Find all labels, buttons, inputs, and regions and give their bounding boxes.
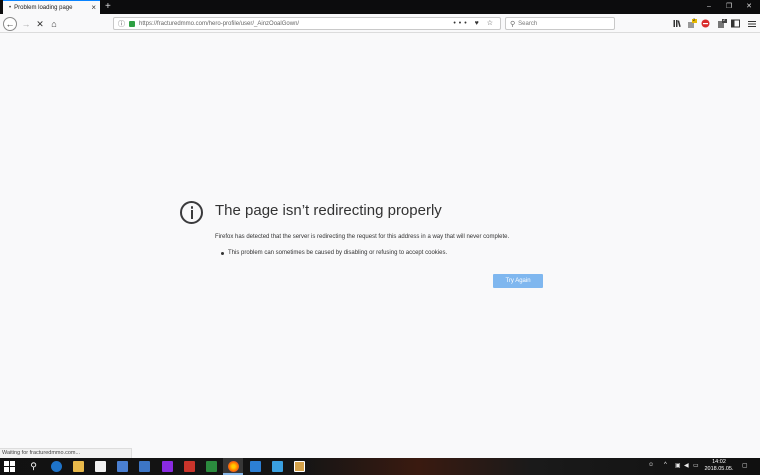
maximize-button[interactable]: ❐: [719, 0, 739, 14]
extension-icon[interactable]: 2: [686, 17, 697, 29]
taskbar: ⚲ ☺ ^ ▣ ◀ ▭ ▢: [0, 458, 760, 475]
info-circle-icon: [180, 201, 203, 224]
home-button[interactable]: ⌂: [47, 17, 61, 31]
navigation-toolbar: ← → ✕ ⌂ ⓘ https://fracturedmmo.com/hero-…: [0, 14, 760, 33]
page-actions-icons[interactable]: ••• ♥ ☆: [453, 19, 496, 27]
app-icon-4[interactable]: [184, 461, 195, 472]
status-bar: Waiting for fracturedmmo.com...: [0, 448, 132, 458]
firefox-icon[interactable]: [228, 461, 239, 472]
sidebar-icon[interactable]: [730, 18, 741, 29]
clock-date: 2018.05.05.: [704, 466, 734, 472]
clock-time: 14:02: [712, 459, 726, 465]
extension-2-icon[interactable]: 2: [716, 17, 727, 29]
close-window-button[interactable]: ✕: [739, 0, 759, 14]
new-tab-button[interactable]: +: [105, 0, 111, 13]
minimize-button[interactable]: –: [699, 0, 719, 14]
stop-button[interactable]: ✕: [33, 17, 47, 31]
address-bar[interactable]: ⓘ https://fracturedmmo.com/hero-profile/…: [113, 17, 501, 30]
search-icon: ⚲: [510, 20, 516, 28]
back-button[interactable]: ←: [3, 17, 17, 31]
windows-start-icon[interactable]: [4, 461, 15, 472]
error-hint-item: This problem can sometimes be caused by …: [221, 250, 447, 256]
app-icon-1[interactable]: [117, 461, 128, 472]
error-description: Firefox has detected that the server is …: [215, 234, 510, 240]
taskbar-clock[interactable]: 14:02 2018.05.05.: [704, 459, 734, 473]
app-icon-7[interactable]: [272, 461, 283, 472]
search-taskbar-icon[interactable]: ⚲: [28, 461, 39, 472]
tray-chevron-icon[interactable]: ^: [664, 462, 667, 468]
app-icon-3[interactable]: [162, 461, 173, 472]
volume-icon[interactable]: ◀: [684, 462, 689, 469]
info-icon[interactable]: ⓘ: [118, 19, 125, 29]
lock-icon[interactable]: [129, 20, 135, 27]
adblock-icon[interactable]: [700, 18, 711, 29]
error-hint-text: This problem can sometimes be caused by …: [228, 250, 448, 256]
app-icon-8[interactable]: [294, 461, 305, 472]
screen: • Problem loading page × + – ❐ ✕ ← → ✕ ⌂…: [0, 0, 760, 475]
extension-badge: 2: [693, 17, 696, 22]
app-icon-2[interactable]: [139, 461, 150, 472]
tab-close-icon[interactable]: ×: [91, 3, 96, 12]
bullet-icon: [221, 251, 224, 255]
try-again-button[interactable]: Try Again: [493, 274, 543, 288]
notification-icon[interactable]: ▢: [742, 462, 748, 469]
menu-icon[interactable]: [746, 18, 757, 29]
app-icon-6[interactable]: [250, 461, 261, 472]
extension-2-badge: 2: [723, 17, 726, 22]
forward-button[interactable]: →: [19, 17, 33, 31]
library-icon[interactable]: [672, 18, 683, 29]
store-icon[interactable]: [95, 461, 106, 472]
tab-active[interactable]: • Problem loading page ×: [3, 0, 100, 14]
search-bar[interactable]: ⚲ Search: [505, 17, 615, 30]
url-text[interactable]: https://fracturedmmo.com/hero-profile/us…: [139, 21, 299, 27]
search-placeholder: Search: [518, 20, 538, 27]
app-icon-5[interactable]: [206, 461, 217, 472]
tab-title: Problem loading page: [14, 4, 73, 11]
tab-bar: • Problem loading page × + – ❐ ✕: [0, 0, 760, 14]
file-explorer-icon[interactable]: [73, 461, 84, 472]
people-icon[interactable]: ☺: [648, 462, 654, 468]
network-icon[interactable]: ▣: [675, 462, 681, 469]
language-icon[interactable]: ▭: [693, 462, 699, 469]
error-title: The page isn’t redirecting properly: [215, 202, 442, 219]
edge-icon[interactable]: [51, 461, 62, 472]
tab-status-dot: •: [9, 4, 12, 11]
